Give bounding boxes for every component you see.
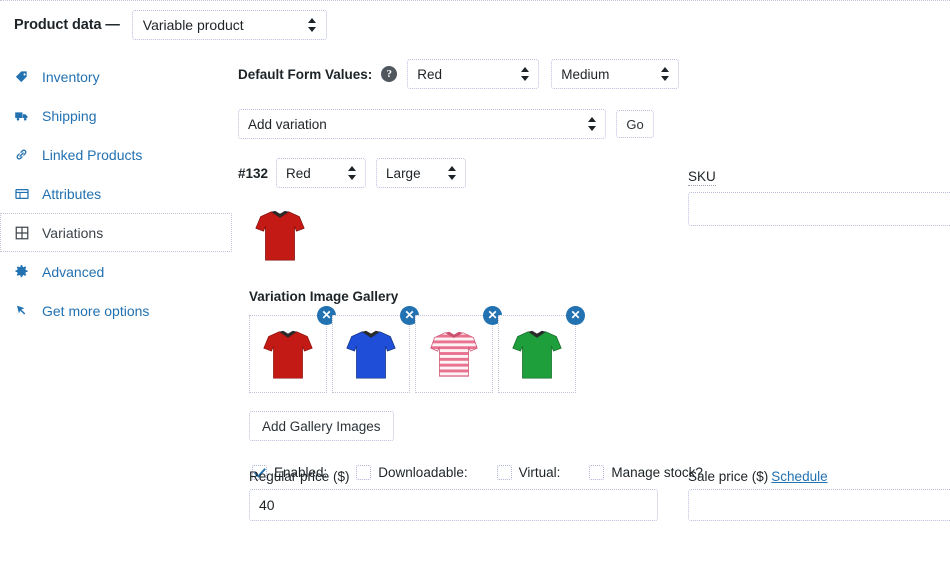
red-tshirt-image [255, 210, 305, 261]
red-tshirt-thumbnail [263, 330, 313, 379]
product-data-panel: Product data — Variable product Inventor… [0, 0, 950, 573]
product-type-value: Variable product [142, 17, 244, 33]
sku-block: SKU [688, 168, 950, 226]
add-variation-select[interactable]: Add variation [238, 109, 606, 139]
chevron-updown-icon [307, 16, 318, 34]
variation-body: Variation Image Gallery ✕ ✕ ✕ ✕ Add Gall… [238, 205, 950, 480]
add-gallery-images-button[interactable]: Add Gallery Images [249, 411, 394, 441]
sidebar-item-label: Variations [42, 224, 104, 241]
variation-left-column: Variation Image Gallery ✕ ✕ ✕ ✕ Add Gall… [238, 205, 678, 441]
help-icon[interactable]: ? [381, 66, 398, 82]
sale-price-input[interactable] [688, 489, 950, 521]
regular-price-block: Regular price ($) 40 [249, 469, 658, 521]
gallery-item[interactable]: ✕ [498, 306, 585, 393]
sale-price-label: Sale price ($) Schedule [688, 469, 950, 484]
chevron-updown-icon [661, 65, 671, 83]
default-size-select[interactable]: Medium [551, 59, 680, 89]
sidebar-item-label: Linked Products [42, 146, 143, 163]
sidebar-item-label: Attributes [42, 185, 102, 202]
regular-price-label: Regular price ($) [249, 469, 350, 484]
chevron-updown-icon [588, 115, 598, 133]
product-data-tabs: Inventory Shipping Linked Products Attri… [0, 53, 232, 330]
sidebar-item-get-more-options[interactable]: Get more options [0, 291, 232, 330]
gallery-item[interactable]: ✕ [332, 306, 419, 393]
grid-icon [14, 225, 34, 241]
remove-gallery-image-icon[interactable]: ✕ [566, 306, 585, 325]
default-color-select[interactable]: Red [407, 59, 540, 89]
sidebar-item-label: Advanced [42, 263, 105, 280]
sale-price-label-text: Sale price ($) [688, 469, 769, 484]
gallery-item[interactable]: ✕ [249, 306, 336, 393]
add-variation-value: Add variation [248, 116, 327, 132]
default-form-values-row: Default Form Values: ? Red Medium [238, 57, 950, 91]
page-title: Product data — [14, 17, 120, 33]
go-button[interactable]: Go [616, 110, 654, 138]
variation-image-gallery: ✕ ✕ ✕ ✕ [249, 306, 678, 393]
variation-main-image[interactable] [249, 205, 311, 267]
sidebar-item-variations[interactable]: Variations [0, 213, 232, 252]
green-tshirt-thumbnail [512, 330, 562, 379]
table-icon [14, 186, 34, 202]
variation-color-select[interactable]: Red [276, 158, 367, 188]
default-color-value: Red [417, 66, 443, 82]
sidebar-item-linked-products[interactable]: Linked Products [0, 135, 232, 174]
chevron-updown-icon [521, 65, 531, 83]
product-type-select[interactable]: Variable product [131, 10, 327, 40]
blue-tshirt-thumbnail [346, 330, 396, 379]
gallery-item[interactable]: ✕ [415, 306, 502, 393]
gallery-title: Variation Image Gallery [249, 289, 399, 304]
tag-icon [14, 69, 34, 84]
sidebar-item-label: Get more options [42, 302, 150, 319]
extension-icon [14, 303, 34, 318]
truck-icon [14, 108, 34, 124]
sidebar-item-advanced[interactable]: Advanced [0, 252, 232, 291]
sidebar-item-label: Shipping [42, 107, 97, 124]
sidebar-item-attributes[interactable]: Attributes [0, 174, 232, 213]
variation-size-value: Large [386, 165, 421, 181]
sale-price-block: Sale price ($) Schedule [688, 469, 950, 521]
chevron-updown-icon [448, 164, 458, 182]
variation-size-select[interactable]: Large [376, 158, 467, 188]
gear-icon [14, 264, 34, 279]
sidebar-item-label: Inventory [42, 68, 100, 85]
sku-input[interactable] [688, 192, 950, 226]
link-icon [14, 147, 34, 162]
add-variation-row: Add variation Go [238, 109, 950, 139]
variation-color-value: Red [286, 165, 311, 181]
default-form-values-label: Default Form Values: [238, 66, 373, 82]
variations-panel: Default Form Values: ? Red Medium Add va… [238, 53, 950, 480]
variation-id: #132 [238, 165, 269, 181]
regular-price-input[interactable]: 40 [249, 489, 658, 521]
default-size-value: Medium [561, 66, 610, 82]
striped-tshirt-thumbnail [430, 331, 478, 377]
schedule-link[interactable]: Schedule [771, 469, 827, 484]
sku-label: SKU [688, 169, 716, 186]
chevron-updown-icon [348, 164, 358, 182]
sidebar-item-inventory[interactable]: Inventory [0, 57, 232, 96]
sidebar-item-shipping[interactable]: Shipping [0, 96, 232, 135]
panel-header: Product data — Variable product [0, 1, 950, 49]
